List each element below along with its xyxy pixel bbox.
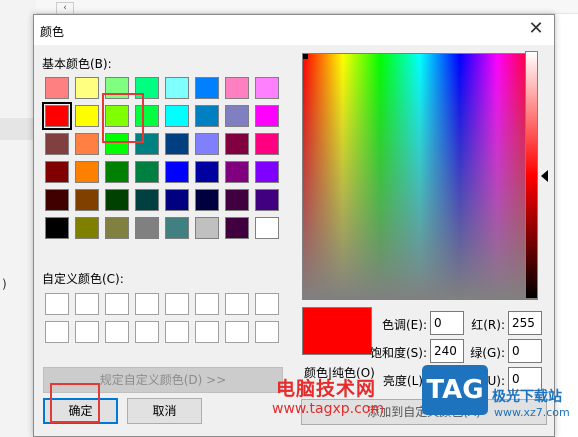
watermark-url: www.tagxp.com (272, 401, 384, 417)
custom-color-swatch[interactable] (75, 321, 99, 343)
basic-color-swatch[interactable] (225, 189, 249, 211)
spectrum-crosshair[interactable] (303, 54, 308, 59)
watermark-side-url: www.xz7.com (494, 406, 570, 419)
custom-color-swatch[interactable] (225, 321, 249, 343)
basic-color-swatch[interactable] (255, 133, 279, 155)
background-text: ) (2, 277, 7, 291)
close-icon[interactable]: ✕ (524, 18, 548, 42)
basic-color-swatch[interactable] (105, 189, 129, 211)
basic-color-swatch[interactable] (195, 77, 219, 99)
basic-color-swatch[interactable] (255, 217, 279, 239)
basic-color-swatch[interactable] (165, 105, 189, 127)
basic-color-swatch[interactable] (75, 105, 99, 127)
basic-color-swatch[interactable] (165, 217, 189, 239)
custom-color-swatch[interactable] (255, 321, 279, 343)
basic-color-swatch[interactable] (75, 133, 99, 155)
green-label: 绿(G): (470, 346, 505, 360)
basic-color-swatch[interactable] (75, 161, 99, 183)
basic-color-swatch[interactable] (135, 217, 159, 239)
basic-color-swatch[interactable] (255, 189, 279, 211)
custom-color-swatch[interactable] (105, 293, 129, 315)
background-tab: ‹ (56, 2, 74, 14)
dialog-title: 颜色 (40, 25, 65, 39)
basic-color-swatch[interactable] (45, 161, 69, 183)
basic-color-swatch[interactable] (255, 77, 279, 99)
basic-color-swatch[interactable] (75, 189, 99, 211)
basic-color-swatch[interactable] (42, 102, 72, 130)
basic-colors-grid (42, 77, 279, 239)
custom-color-swatch[interactable] (105, 321, 129, 343)
custom-color-swatch[interactable] (135, 321, 159, 343)
luminance-arrow-icon[interactable] (541, 170, 548, 182)
custom-color-swatch[interactable] (195, 321, 219, 343)
background-selected-row (0, 118, 36, 140)
basic-color-swatch[interactable] (225, 77, 249, 99)
luminance-label: 亮度(L): (382, 374, 427, 388)
basic-color-swatch[interactable] (195, 133, 219, 155)
custom-color-swatch[interactable] (135, 293, 159, 315)
background-topbar: ‹ (0, 0, 578, 14)
custom-color-swatch[interactable] (45, 293, 69, 315)
basic-color-swatch[interactable] (225, 161, 249, 183)
custom-color-swatch[interactable] (75, 293, 99, 315)
basic-color-swatch[interactable] (45, 77, 69, 99)
background-panel (0, 0, 36, 437)
watermark-site-name: 电脑技术网 (276, 378, 377, 400)
custom-colors-grid (45, 293, 279, 343)
hue-label: 色调(E): (382, 318, 427, 332)
basic-color-swatch[interactable] (195, 161, 219, 183)
basic-color-swatch[interactable] (75, 217, 99, 239)
custom-color-swatch[interactable] (165, 321, 189, 343)
title-bar: 颜色 ✕ (34, 15, 554, 45)
saturation-field[interactable] (430, 339, 464, 363)
basic-color-swatch[interactable] (165, 77, 189, 99)
basic-color-swatch[interactable] (255, 161, 279, 183)
watermark-tag-logo: TAG (422, 365, 488, 415)
custom-color-swatch[interactable] (45, 321, 69, 343)
custom-color-swatch[interactable] (225, 293, 249, 315)
basic-color-swatch[interactable] (75, 77, 99, 99)
red-field[interactable] (508, 311, 542, 335)
basic-color-swatch[interactable] (225, 217, 249, 239)
basic-color-swatch[interactable] (45, 133, 69, 155)
highlight-box-ok (50, 383, 100, 423)
basic-color-swatch[interactable] (195, 105, 219, 127)
basic-color-swatch[interactable] (225, 105, 249, 127)
basic-color-swatch[interactable] (255, 105, 279, 127)
red-label: 红(R): (471, 318, 505, 332)
basic-color-swatch[interactable] (195, 189, 219, 211)
basic-color-swatch[interactable] (105, 161, 129, 183)
basic-color-swatch[interactable] (225, 133, 249, 155)
saturation-label: 饱和度(S): (369, 346, 427, 360)
green-field[interactable] (508, 339, 542, 363)
basic-colors-label: 基本颜色(B): (42, 57, 112, 71)
custom-color-swatch[interactable] (195, 293, 219, 315)
basic-color-swatch[interactable] (195, 217, 219, 239)
basic-color-swatch[interactable] (45, 189, 69, 211)
basic-color-swatch[interactable] (135, 189, 159, 211)
custom-colors-label: 自定义颜色(C): (42, 272, 124, 286)
basic-color-swatch[interactable] (165, 133, 189, 155)
luminance-slider[interactable] (525, 51, 538, 299)
color-preview (302, 307, 372, 355)
watermark-side-text: 极光下载站 (492, 389, 562, 405)
basic-color-swatch[interactable] (45, 217, 69, 239)
highlight-box-swatch (102, 93, 144, 143)
cancel-button[interactable]: 取消 (127, 398, 202, 424)
basic-color-swatch[interactable] (165, 189, 189, 211)
basic-color-swatch[interactable] (135, 161, 159, 183)
custom-color-swatch[interactable] (165, 293, 189, 315)
basic-color-swatch[interactable] (105, 217, 129, 239)
custom-color-swatch[interactable] (255, 293, 279, 315)
basic-color-swatch[interactable] (165, 161, 189, 183)
color-spectrum[interactable] (302, 53, 538, 300)
hue-field[interactable] (430, 311, 464, 335)
